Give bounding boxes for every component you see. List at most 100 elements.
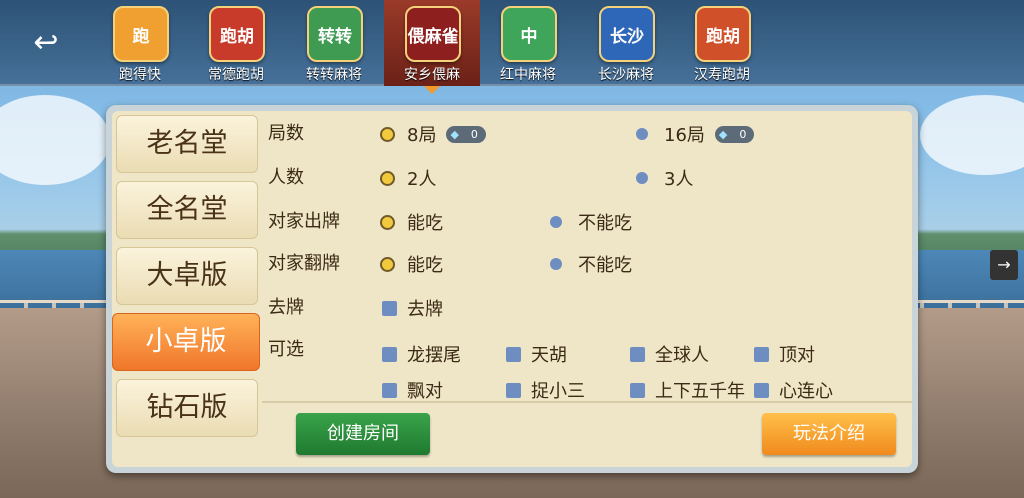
sidebar-item-laomingtang[interactable]: 老名堂	[116, 115, 258, 173]
rounds-label: 局数	[268, 123, 304, 144]
optional-checkbox-dingdui[interactable]: 顶对	[754, 341, 815, 367]
game-tab-hongzhong-mahjong[interactable]: 中 红中麻将	[480, 0, 576, 86]
checkbox-icon	[754, 346, 769, 362]
sidebar-item-xiaozhuoban[interactable]: 小卓版	[112, 313, 260, 371]
remove-cards-label: 去牌	[268, 297, 304, 318]
sidebar-item-zuanshiban[interactable]: 钻石版	[116, 379, 258, 437]
optional-label: 可选	[268, 339, 304, 360]
game-tab-anxiang-weima[interactable]: 偎麻雀 安乡偎麻	[384, 0, 480, 94]
opponent-discard-label: 对家出牌	[268, 211, 340, 232]
optional-checkbox-zhuoxiaosan[interactable]: 捉小三	[506, 377, 585, 403]
radio-selected-icon	[380, 126, 395, 142]
option-label: 能吃	[407, 213, 443, 234]
checkbox-label: 上下五千年	[655, 381, 745, 402]
zhuanzhuan-mahjong-icon: 转转	[307, 6, 363, 62]
create-room-button[interactable]: 创建房间	[296, 413, 430, 455]
checkbox-label: 心连心	[779, 381, 833, 402]
radio-unselected-icon	[550, 258, 562, 270]
opponent-flip-option-can-eat[interactable]: 能吃	[380, 251, 443, 277]
checkbox-label: 龙摆尾	[407, 345, 461, 366]
optional-checkbox-longbaiwei[interactable]: 龙摆尾	[382, 341, 461, 367]
diamond-icon: ◆	[450, 127, 459, 141]
opponent-flip-option-cannot-eat[interactable]: 不能吃	[550, 251, 632, 277]
checkbox-icon	[630, 346, 645, 362]
option-label: 不能吃	[578, 213, 632, 234]
remove-cards-checkbox[interactable]: 去牌	[382, 295, 443, 321]
background-cloud	[0, 95, 110, 185]
checkbox-label: 去牌	[407, 299, 443, 320]
radio-unselected-icon	[636, 128, 648, 140]
anxiang-weima-icon: 偎麻雀	[405, 6, 461, 62]
panel-body: 老名堂 全名堂 大卓版 小卓版 钻石版 局数 8局 ◆0 16局 ◆0 人数	[112, 111, 912, 467]
game-tab-zhuanzhuan-mahjong[interactable]: 转转 转转麻将	[286, 0, 382, 86]
checkbox-icon	[506, 382, 521, 398]
checkbox-icon	[382, 300, 397, 316]
checkbox-label: 全球人	[655, 345, 709, 366]
optional-checkbox-shangxiawuqiannian[interactable]: 上下五千年	[630, 377, 745, 403]
divider	[262, 401, 912, 403]
back-arrow-icon[interactable]: ↩	[26, 28, 66, 58]
diamond-cost-badge: ◆ 0	[714, 125, 755, 143]
paodekuai-icon: 跑	[113, 6, 169, 62]
changsha-mahjong-icon: 长沙	[599, 6, 655, 62]
changde-paohu-icon: 跑胡	[209, 6, 265, 62]
checkbox-label: 飘对	[407, 381, 443, 402]
checkbox-icon	[382, 346, 397, 362]
checkbox-icon	[382, 382, 397, 398]
players-option-3[interactable]: 3人	[636, 165, 693, 191]
game-tab-label: 安乡偎麻	[404, 67, 460, 83]
radio-selected-icon	[380, 170, 395, 186]
game-tab-label: 转转麻将	[306, 67, 362, 83]
players-option-2[interactable]: 2人	[380, 165, 436, 191]
players-option-label: 3人	[664, 169, 694, 190]
game-tab-label: 红中麻将	[500, 67, 556, 83]
checkbox-icon	[630, 382, 645, 398]
rounds-option-8[interactable]: 8局 ◆ 0	[380, 121, 486, 147]
game-tab-label: 跑得快	[119, 67, 161, 83]
checkbox-label: 顶对	[779, 345, 815, 366]
opponent-flip-label: 对家翻牌	[268, 253, 340, 274]
option-label: 不能吃	[578, 255, 632, 276]
option-label: 能吃	[407, 255, 443, 276]
optional-checkbox-tianhu[interactable]: 天胡	[506, 341, 567, 367]
rounds-option-16[interactable]: 16局 ◆ 0	[636, 121, 755, 147]
radio-unselected-icon	[550, 216, 562, 228]
diamond-cost: 0	[739, 127, 747, 141]
options-area: 局数 8局 ◆ 0 16局 ◆ 0 人数 2人 3人 对家出牌 能吃 不能吃 对…	[268, 111, 912, 403]
hongzhong-mahjong-icon: 中	[501, 6, 557, 62]
optional-checkbox-quanqiuren[interactable]: 全球人	[630, 341, 709, 367]
game-tab-changsha-mahjong[interactable]: 长沙 长沙麻将	[578, 0, 674, 86]
version-sidebar: 老名堂 全名堂 大卓版 小卓版 钻石版	[112, 111, 262, 467]
opponent-discard-option-cannot-eat[interactable]: 不能吃	[550, 209, 632, 235]
checkbox-icon	[506, 346, 521, 362]
diamond-icon: ◆	[718, 127, 728, 141]
game-tab-changde-paohu[interactable]: 跑胡 常德跑胡	[188, 0, 284, 86]
optional-checkbox-xinlianxin[interactable]: 心连心	[754, 377, 833, 403]
game-tab-hanshou-paohu[interactable]: 跑胡 汉寿跑胡	[674, 0, 770, 86]
checkbox-label: 天胡	[531, 345, 567, 366]
checkbox-label: 捉小三	[531, 381, 585, 402]
hanshou-paohu-icon: 跑胡	[695, 6, 751, 62]
arrow-right-icon[interactable]: →	[990, 250, 1018, 280]
create-room-panel: 老名堂 全名堂 大卓版 小卓版 钻石版 局数 8局 ◆0 16局 ◆0 人数	[106, 105, 918, 473]
diamond-cost: 0	[470, 127, 478, 141]
rounds-option-label: 16局	[664, 125, 705, 146]
sidebar-item-quanmingtang[interactable]: 全名堂	[116, 181, 258, 239]
rules-intro-button[interactable]: 玩法介绍	[762, 413, 896, 455]
rounds-option-label: 8局	[407, 125, 437, 146]
sidebar-item-dazhuoban[interactable]: 大卓版	[116, 247, 258, 305]
radio-selected-icon	[380, 214, 395, 230]
game-tab-label: 常德跑胡	[208, 67, 264, 83]
players-option-label: 2人	[407, 169, 437, 190]
diamond-cost-badge: ◆ 0	[446, 125, 486, 143]
game-tab-paodekuai[interactable]: 跑 跑得快	[92, 0, 188, 86]
optional-checkbox-piaodui[interactable]: 飘对	[382, 377, 443, 403]
radio-selected-icon	[380, 256, 395, 272]
checkbox-icon	[754, 382, 769, 398]
players-label: 人数	[268, 167, 304, 188]
game-tab-label: 汉寿跑胡	[694, 67, 750, 83]
game-tab-label: 长沙麻将	[598, 67, 654, 83]
opponent-discard-option-can-eat[interactable]: 能吃	[380, 209, 443, 235]
background-cloud	[920, 95, 1024, 175]
game-selector-bar: ↩ 跑 跑得快 跑胡 常德跑胡 转转 转转麻将 偎麻雀 安乡偎麻 中 红中麻将 …	[0, 0, 1024, 94]
